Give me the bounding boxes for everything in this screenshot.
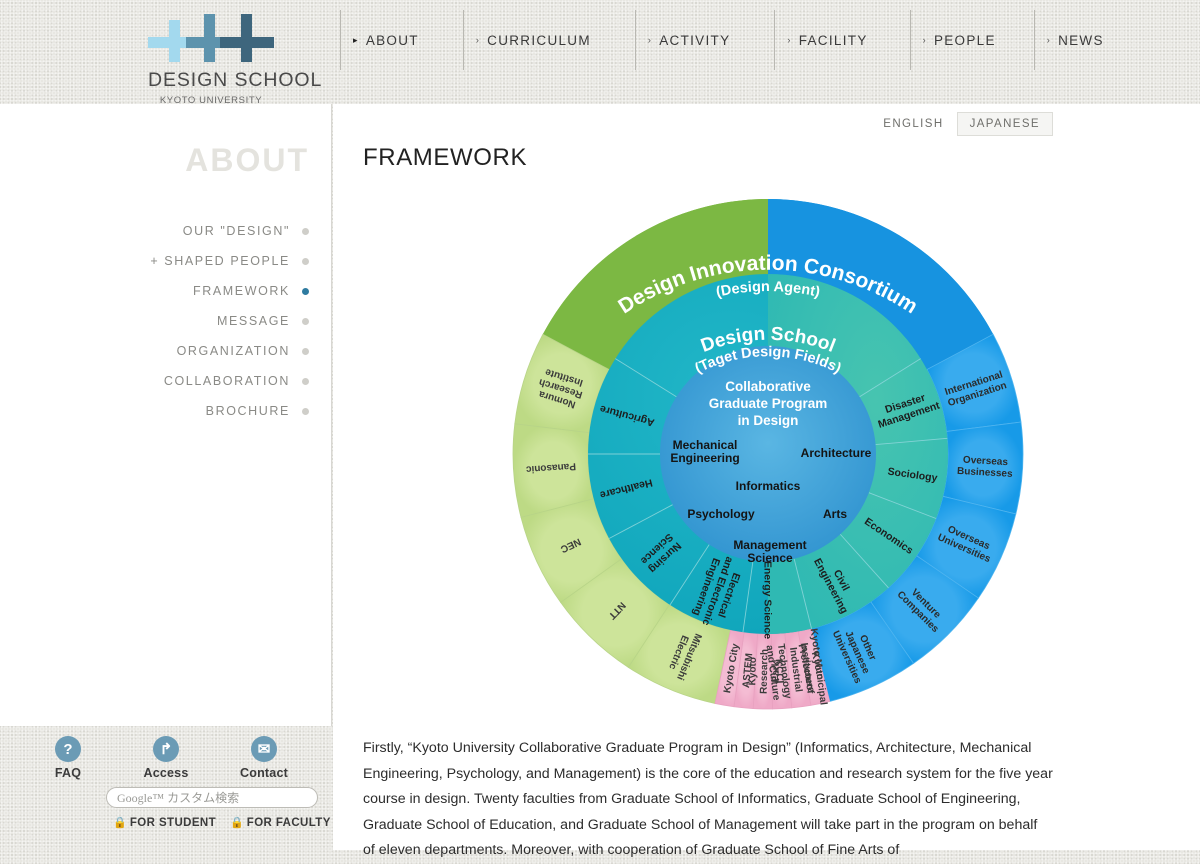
chevron-right-icon: › xyxy=(475,34,481,45)
nav-label: ACTIVITY xyxy=(659,32,731,48)
bullet-dot-icon xyxy=(302,317,309,325)
sidebar-item-label: ORGANIZATION xyxy=(176,344,290,358)
nav-item-facility[interactable]: › FACILITY xyxy=(774,10,909,70)
quicklink-label: FAQ xyxy=(54,766,82,780)
chevron-right-icon: › xyxy=(922,34,927,45)
sidebar-menu: OUR "DESIGN" + SHAPED PEOPLE FRAMEWORK M… xyxy=(19,216,319,426)
core-field-mechanical-2: Engineering xyxy=(670,451,739,465)
quicklink-faq[interactable]: ? FAQ xyxy=(37,736,99,780)
bullet-dot-active-icon xyxy=(302,287,309,295)
bullet-dot-icon xyxy=(302,227,309,235)
core-headline-3: in Design xyxy=(738,413,799,428)
core-field-mechanical-1: Mechanical xyxy=(673,438,738,452)
logo-title: DESIGN SCHOOL xyxy=(148,69,323,91)
quicklink-access[interactable]: ↱ Access xyxy=(135,736,197,780)
main-navigation: ▸ ABOUT › CURRICULUM › ACTIVITY › FACILI… xyxy=(340,10,1104,70)
body-paragraph: Firstly, “Kyoto University Collaborative… xyxy=(363,740,1053,858)
nav-item-about[interactable]: ▸ ABOUT xyxy=(340,10,463,70)
sidebar-item-label: MESSAGE xyxy=(216,314,290,328)
site-header: DESIGN SCHOOL KYOTO UNIVERSITY ▸ ABOUT ›… xyxy=(0,0,1200,106)
lang-japanese-button[interactable]: JAPANESE xyxy=(956,112,1053,136)
lock-icon: 🔒 xyxy=(113,817,127,829)
nav-label: NEWS xyxy=(1058,32,1104,48)
nav-label: FACILITY xyxy=(798,32,868,48)
language-switcher: ENGLISH JAPANESE xyxy=(870,112,1053,136)
chevron-right-icon: › xyxy=(647,34,653,45)
sidebar-item-message[interactable]: MESSAGE xyxy=(19,306,319,336)
bullet-dot-icon xyxy=(302,347,309,355)
quicklink-contact[interactable]: ✉ Contact xyxy=(233,736,295,780)
sidebar-footer: ? FAQ ↱ Access ✉ Contact Google™ カスタム検索 … xyxy=(0,726,332,850)
ring-segment-label: OverseasBusinesses xyxy=(957,455,1014,480)
core-field-informatics: Informatics xyxy=(736,479,801,493)
page-title: FRAMEWORK xyxy=(363,144,528,171)
auth-links: 🔒 FOR STUDENT 🔒 FOR FACULTY xyxy=(0,816,332,830)
nav-item-curriculum[interactable]: › CURRICULUM xyxy=(462,10,635,70)
bullet-dot-icon xyxy=(302,377,309,385)
sidebar-item-label: BROCHURE xyxy=(205,404,290,418)
sidebar-item-shaped-people[interactable]: + SHAPED PEOPLE xyxy=(19,246,319,276)
auth-label: FOR STUDENT xyxy=(129,816,217,829)
sidebar-item-label: FRAMEWORK xyxy=(192,284,290,298)
quicklink-label: Access xyxy=(143,766,189,780)
ring-segment-label-line: Energy Science xyxy=(761,561,773,639)
sidebar-item-label: + SHAPED PEOPLE xyxy=(150,254,290,268)
nav-label: CURRICULUM xyxy=(487,32,591,48)
triangle-right-icon: ▸ xyxy=(353,34,359,45)
nav-item-people[interactable]: › PEOPLE xyxy=(909,10,1034,70)
ring-segment-label-line: Research xyxy=(759,649,771,694)
sidebar-item-brochure[interactable]: BROCHURE xyxy=(19,396,319,426)
sidebar-item-our-design[interactable]: OUR "DESIGN" xyxy=(19,216,319,246)
access-arrows-icon: ↱ xyxy=(153,736,179,762)
question-mark-icon: ? xyxy=(55,736,81,762)
envelope-icon: ✉ xyxy=(251,736,277,762)
framework-wheel-diagram: Design Innovation Consortium (Design Age… xyxy=(358,199,1158,739)
three-plus-marks-icon xyxy=(148,14,274,62)
nav-label: PEOPLE xyxy=(933,32,996,48)
plus-mark-dark-icon xyxy=(220,14,274,62)
bullet-dot-icon xyxy=(302,257,309,265)
sidebar-item-label: OUR "DESIGN" xyxy=(182,224,290,238)
ring-segment-label: Energy Science xyxy=(761,561,773,639)
site-logo[interactable]: DESIGN SCHOOL KYOTO UNIVERSITY xyxy=(148,14,323,106)
chevron-right-icon: › xyxy=(1046,34,1052,45)
search-input[interactable]: Google™ カスタム検索 xyxy=(106,787,318,808)
core-field-arts: Arts xyxy=(823,507,847,521)
auth-label: FOR FACULTY xyxy=(246,816,331,829)
sidebar-item-label: COLLABORATION xyxy=(163,374,290,388)
nav-item-news[interactable]: › NEWS xyxy=(1033,10,1104,70)
content-area: ENGLISH JAPANESE FRAMEWORK Design Innova… xyxy=(333,104,1200,858)
quicklink-label: Contact xyxy=(240,766,288,780)
core-field-management-1: Management xyxy=(733,538,806,552)
sidebar-item-framework[interactable]: FRAMEWORK xyxy=(19,276,319,306)
chevron-right-icon: › xyxy=(787,34,792,45)
quick-links: ? FAQ ↱ Access ✉ Contact xyxy=(0,736,332,780)
lang-english-button[interactable]: ENGLISH xyxy=(870,112,956,136)
sidebar: ABOUT OUR "DESIGN" + SHAPED PEOPLE FRAME… xyxy=(0,104,332,726)
bullet-dot-icon xyxy=(302,407,309,415)
framework-wheel-svg: Design Innovation Consortium (Design Age… xyxy=(512,199,1024,710)
core-field-psychology: Psychology xyxy=(687,507,755,521)
search-placeholder: Google™ カスタム検索 xyxy=(117,791,240,805)
core-headline-2: Graduate Program xyxy=(709,396,828,411)
auth-link-for-student[interactable]: 🔒 FOR STUDENT xyxy=(113,816,217,830)
nav-item-activity[interactable]: › ACTIVITY xyxy=(634,10,774,70)
sidebar-item-collaboration[interactable]: COLLABORATION xyxy=(19,366,319,396)
nav-label: ABOUT xyxy=(365,32,419,48)
sidebar-item-organization[interactable]: ORGANIZATION xyxy=(19,336,319,366)
lock-icon: 🔒 xyxy=(230,817,244,829)
auth-link-for-faculty[interactable]: 🔒 FOR FACULTY xyxy=(230,816,331,830)
core-field-architecture: Architecture xyxy=(801,446,872,460)
core-headline-1: Collaborative xyxy=(725,379,811,394)
ring-segment-label-line: Park xyxy=(770,660,781,682)
sidebar-section-title: ABOUT xyxy=(185,142,309,178)
